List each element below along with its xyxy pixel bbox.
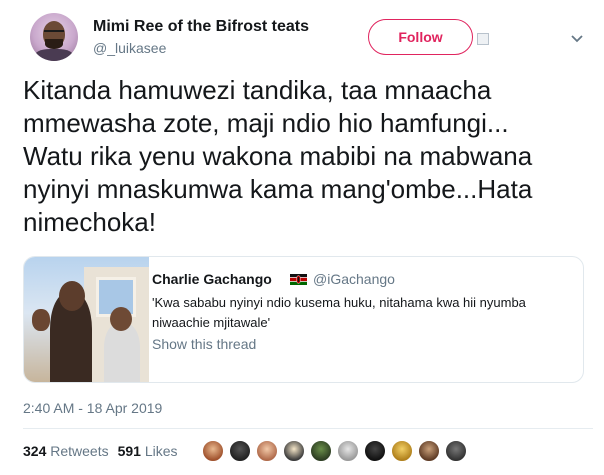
retweets-count: 324 [23, 443, 47, 459]
retweets-stat[interactable]: 324 Retweets [23, 443, 109, 459]
chevron-down-icon[interactable] [567, 28, 587, 48]
quoted-author-handle: @iGachango [313, 271, 395, 287]
tweet-stats: 324 Retweets 591 Likes [23, 443, 178, 459]
kenya-flag-icon [290, 274, 307, 285]
author-display-name[interactable]: Mimi Ree of the Bifrost teats [93, 18, 309, 36]
tweet-text: Kitanda hamuwezi tandika, taa mnaacha mm… [23, 74, 583, 239]
tweet-header: Mimi Ree of the Bifrost teats @_luikasee… [23, 13, 593, 63]
liker-avatar[interactable] [309, 439, 333, 463]
liker-avatar[interactable] [201, 439, 225, 463]
likes-count: 591 [117, 443, 141, 459]
tweet-text-line: mmewasha zote, maji ndio hio hamfungi... [23, 108, 509, 138]
tweet-timestamp[interactable]: 2:40 AM - 18 Apr 2019 [23, 400, 162, 416]
likes-stat[interactable]: 591 Likes [118, 443, 178, 459]
tweet-text-line: nimechoka! [23, 207, 156, 237]
quoted-tweet-text-line: 'Kwa sababu nyinyi ndio kusema huku, nit… [152, 295, 526, 310]
liker-avatar[interactable] [336, 439, 360, 463]
quoted-tweet-image[interactable] [24, 257, 149, 382]
block-icon [477, 33, 489, 45]
liker-avatar[interactable] [363, 439, 387, 463]
divider [23, 428, 593, 429]
follow-button[interactable]: Follow [368, 19, 473, 55]
liker-avatar[interactable] [390, 439, 414, 463]
show-thread-link[interactable]: Show this thread [152, 336, 256, 352]
retweets-label: Retweets [50, 443, 109, 459]
liker-avatar[interactable] [255, 439, 279, 463]
liker-avatar[interactable] [417, 439, 441, 463]
tweet-text-line: nyinyi mnaskumwa kama mang'ombe...Hata [23, 174, 533, 204]
avatar[interactable] [30, 13, 78, 61]
quoted-tweet-card[interactable]: Charlie Gachango @iGachango 'Kwa sababu … [23, 256, 584, 383]
liker-avatar[interactable] [282, 439, 306, 463]
liker-avatar[interactable] [228, 439, 252, 463]
liker-avatar[interactable] [444, 439, 468, 463]
author-handle[interactable]: @_luikasee [93, 40, 166, 56]
quoted-author-name: Charlie Gachango [152, 271, 272, 287]
quoted-tweet-text-line: niwaachie mjitawale' [152, 315, 271, 330]
likes-label: Likes [144, 443, 178, 459]
tweet-text-line: Kitanda hamuwezi tandika, taa mnaacha [23, 75, 492, 105]
quoted-tweet-text: 'Kwa sababu nyinyi ndio kusema huku, nit… [152, 293, 572, 333]
tweet-text-line: Watu rika yenu wakona mabibi na mabwana [23, 141, 533, 171]
